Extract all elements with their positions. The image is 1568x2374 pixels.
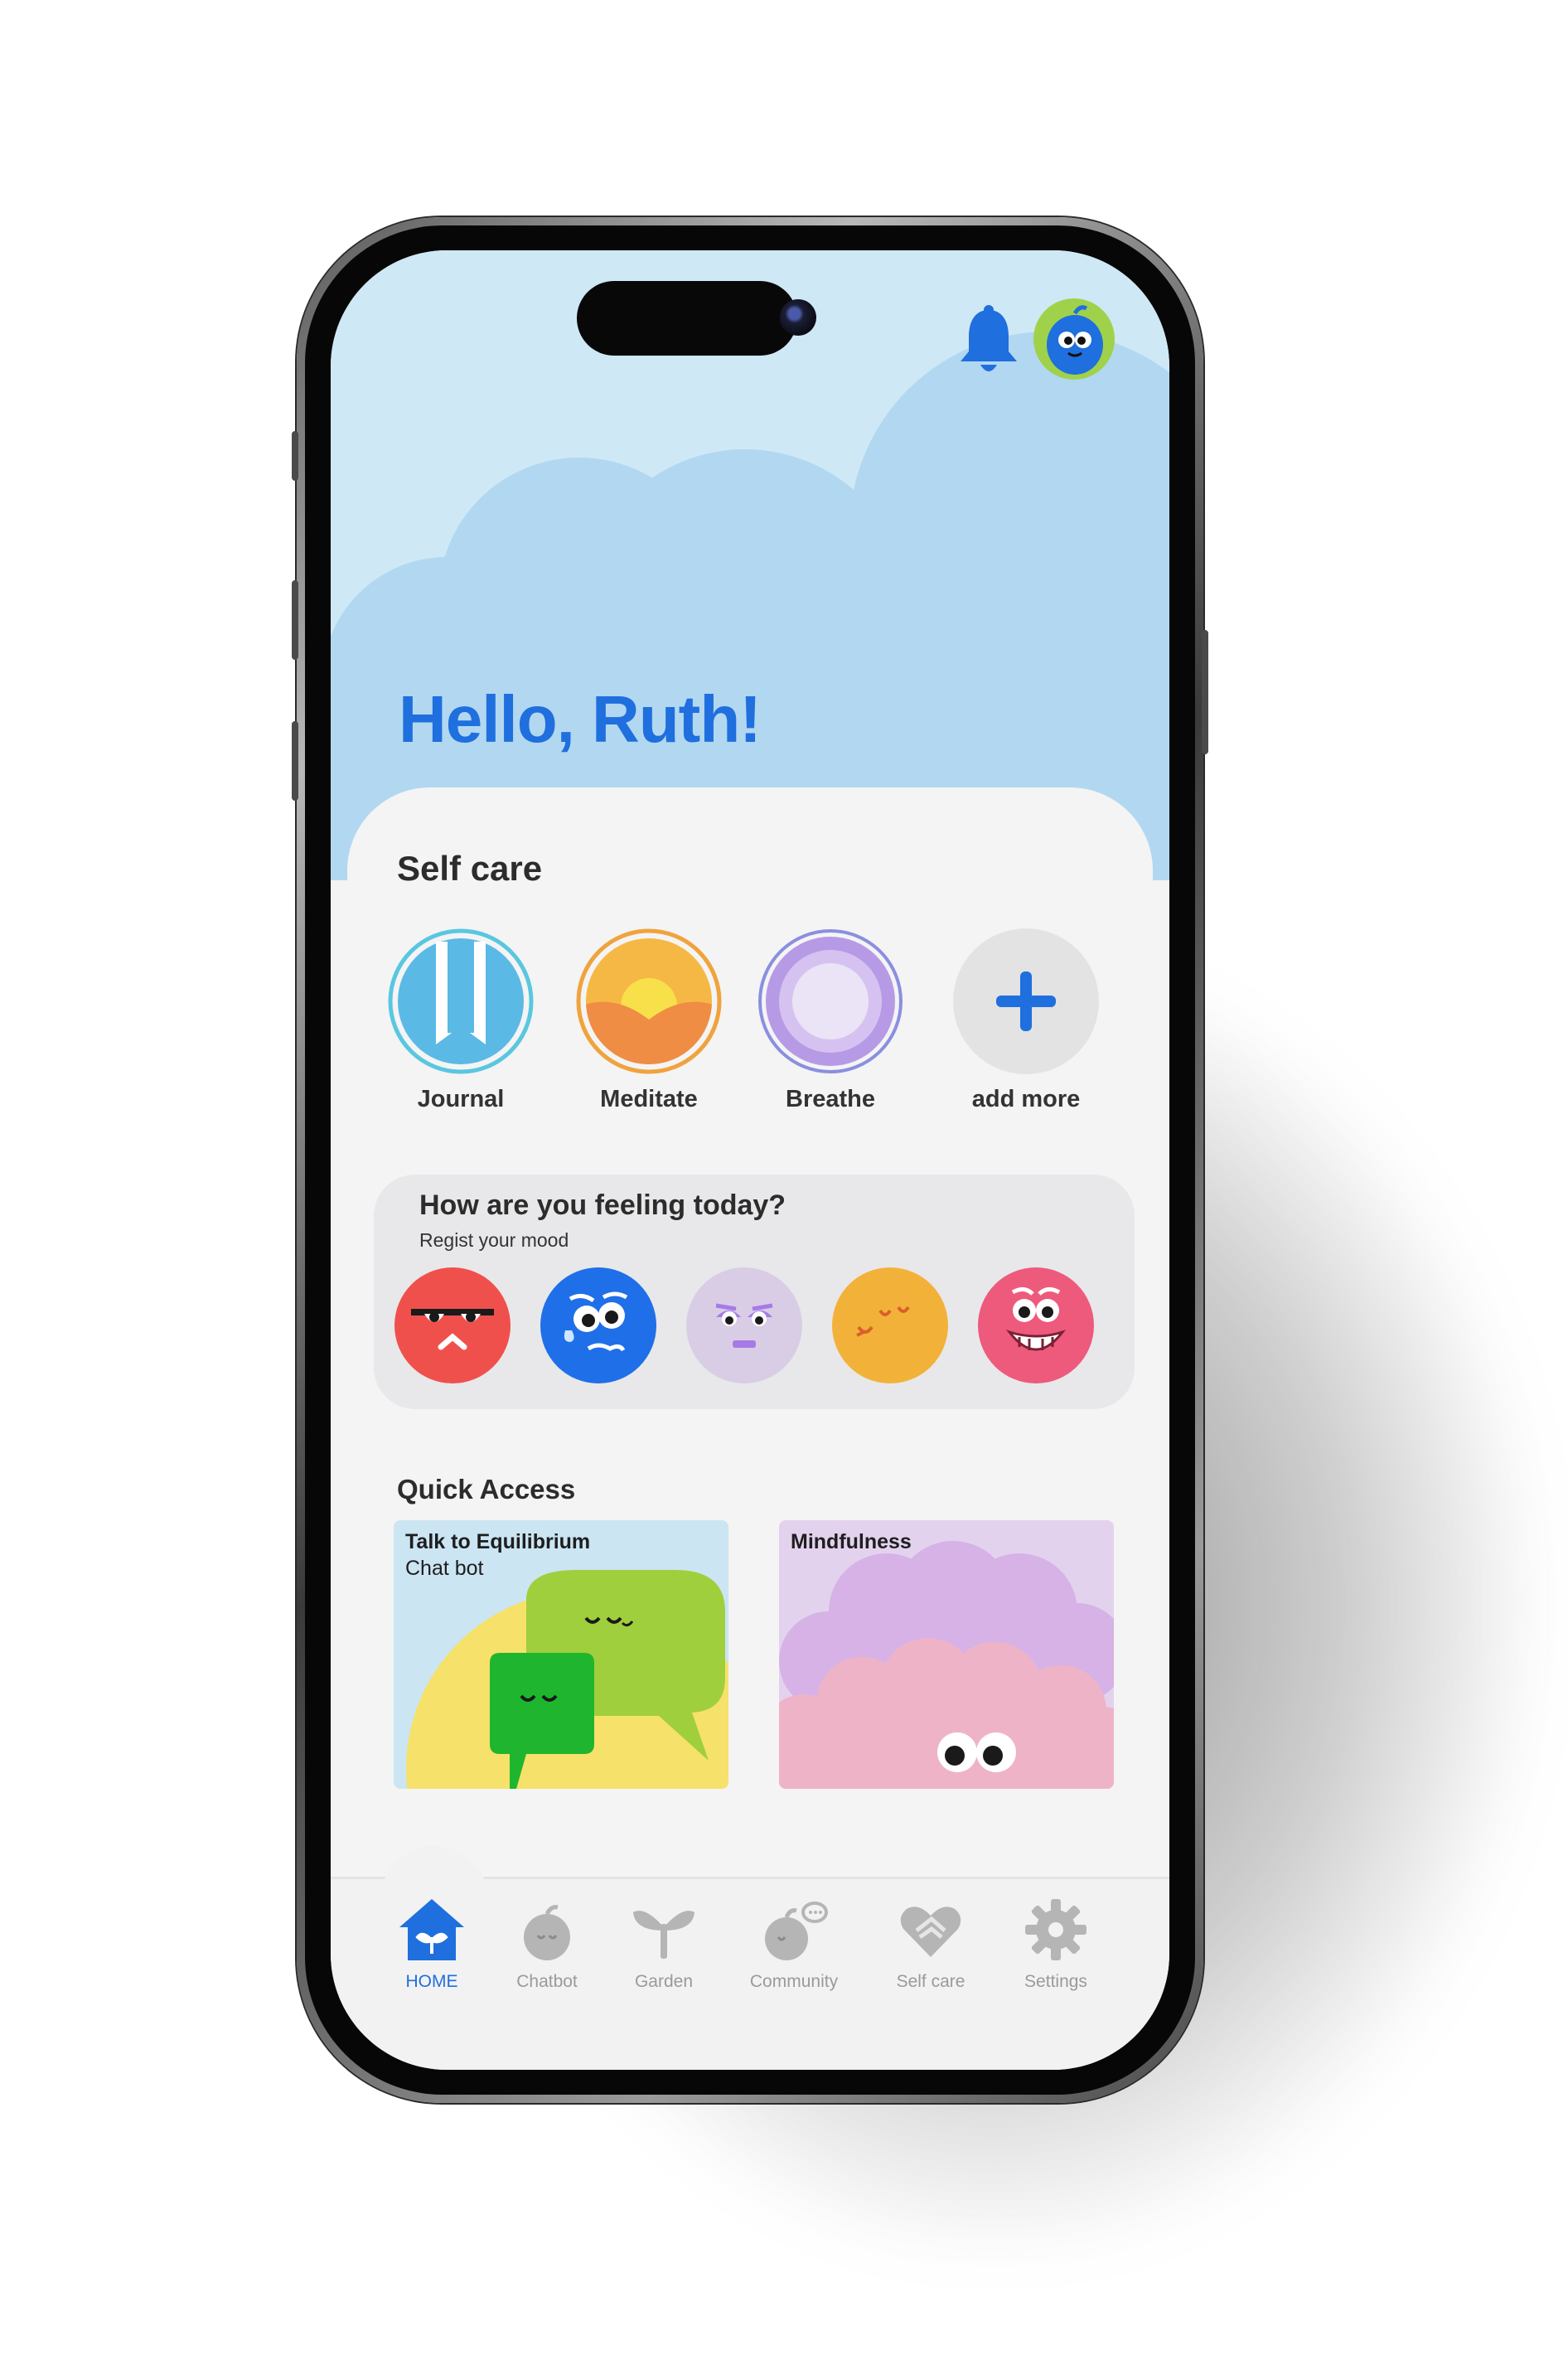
home-icon bbox=[399, 1899, 464, 1960]
chatbot-icon bbox=[524, 1905, 570, 1960]
meh-face-icon bbox=[715, 1303, 773, 1348]
nav-label: HOME bbox=[405, 1972, 458, 1991]
nav-label: Garden bbox=[634, 1972, 694, 1991]
nav-label: Self care bbox=[896, 1972, 965, 1991]
nav-item-garden[interactable]: Garden bbox=[602, 1894, 726, 1994]
sad-face-icon bbox=[564, 1291, 628, 1352]
side-button-power bbox=[1202, 630, 1208, 754]
mood-calm[interactable] bbox=[832, 1267, 948, 1383]
nav-item-settings[interactable]: Settings bbox=[994, 1894, 1118, 1994]
self-care-journal[interactable]: Journal bbox=[370, 928, 552, 1136]
quick-access-mindfulness-card[interactable]: Mindfulness bbox=[779, 1520, 1114, 1789]
self-care-label: Breathe bbox=[786, 1086, 875, 1112]
self-care-breathe[interactable]: Breathe bbox=[739, 928, 922, 1136]
quick-access-card-subtitle: Chat bot bbox=[405, 1557, 484, 1580]
breathe-rings-icon bbox=[758, 929, 903, 1073]
mood-happy[interactable] bbox=[978, 1267, 1094, 1383]
bottom-nav: HOME Chatbot Garden Community Self care … bbox=[331, 1846, 1169, 2070]
self-care-label: Journal bbox=[417, 1086, 505, 1112]
angry-face-icon bbox=[411, 1309, 494, 1350]
self-care-title: Self care bbox=[397, 849, 543, 888]
sprout-icon bbox=[633, 1911, 694, 1959]
blue-monster-avatar-icon bbox=[1033, 298, 1115, 380]
sunrise-icon bbox=[576, 928, 722, 1074]
happy-face-icon bbox=[1005, 1287, 1067, 1351]
quick-access-title: Quick Access bbox=[397, 1474, 576, 1504]
mood-sad[interactable] bbox=[540, 1267, 656, 1383]
calm-face-icon bbox=[856, 1306, 910, 1337]
plus-icon bbox=[996, 971, 1056, 1031]
quick-access-card-title: Talk to Equilibrium bbox=[405, 1530, 591, 1553]
nav-item-home[interactable]: HOME bbox=[370, 1894, 494, 1994]
mood-meh[interactable] bbox=[686, 1267, 802, 1383]
dynamic-island bbox=[577, 281, 816, 356]
self-care-label: Meditate bbox=[600, 1086, 698, 1112]
gear-icon bbox=[1025, 1899, 1086, 1960]
side-button-volume-down bbox=[292, 721, 298, 801]
mood-card: How are you feeling today? Regist your m… bbox=[374, 1175, 1135, 1409]
community-icon bbox=[765, 1902, 828, 1960]
app-screen: Hello, Ruth! Self care Journal Meditate … bbox=[331, 250, 1169, 2070]
nav-label: Settings bbox=[1024, 1972, 1087, 1991]
quick-access-chatbot-card[interactable]: Talk to Equilibrium Chat bot bbox=[394, 1520, 728, 1789]
side-button-mute bbox=[292, 431, 298, 481]
camera-icon bbox=[780, 299, 816, 336]
side-button-volume-up bbox=[292, 580, 298, 660]
greeting-title: Hello, Ruth! bbox=[399, 682, 762, 756]
quick-access-card-title: Mindfulness bbox=[791, 1530, 912, 1553]
self-care-meditate[interactable]: Meditate bbox=[558, 928, 740, 1136]
self-care-add-more[interactable]: add more bbox=[935, 928, 1117, 1136]
nav-label: Community bbox=[749, 1972, 839, 1991]
nav-label: Chatbot bbox=[516, 1972, 578, 1991]
self-care-label: add more bbox=[971, 1086, 1081, 1112]
bell-icon[interactable] bbox=[956, 303, 1022, 378]
heart-hands-icon bbox=[900, 1906, 961, 1957]
mood-angry[interactable] bbox=[394, 1267, 511, 1383]
mood-question: How are you feeling today? bbox=[419, 1189, 786, 1221]
mood-subtitle: Regist your mood bbox=[419, 1229, 569, 1251]
bookmark-icon bbox=[388, 928, 534, 1074]
nav-item-chatbot[interactable]: Chatbot bbox=[485, 1894, 609, 1994]
avatar[interactable] bbox=[1033, 298, 1115, 380]
brain-illustration bbox=[779, 1541, 1114, 1789]
nav-item-self-care[interactable]: Self care bbox=[869, 1894, 993, 1994]
nav-item-community[interactable]: Community bbox=[732, 1894, 856, 1994]
